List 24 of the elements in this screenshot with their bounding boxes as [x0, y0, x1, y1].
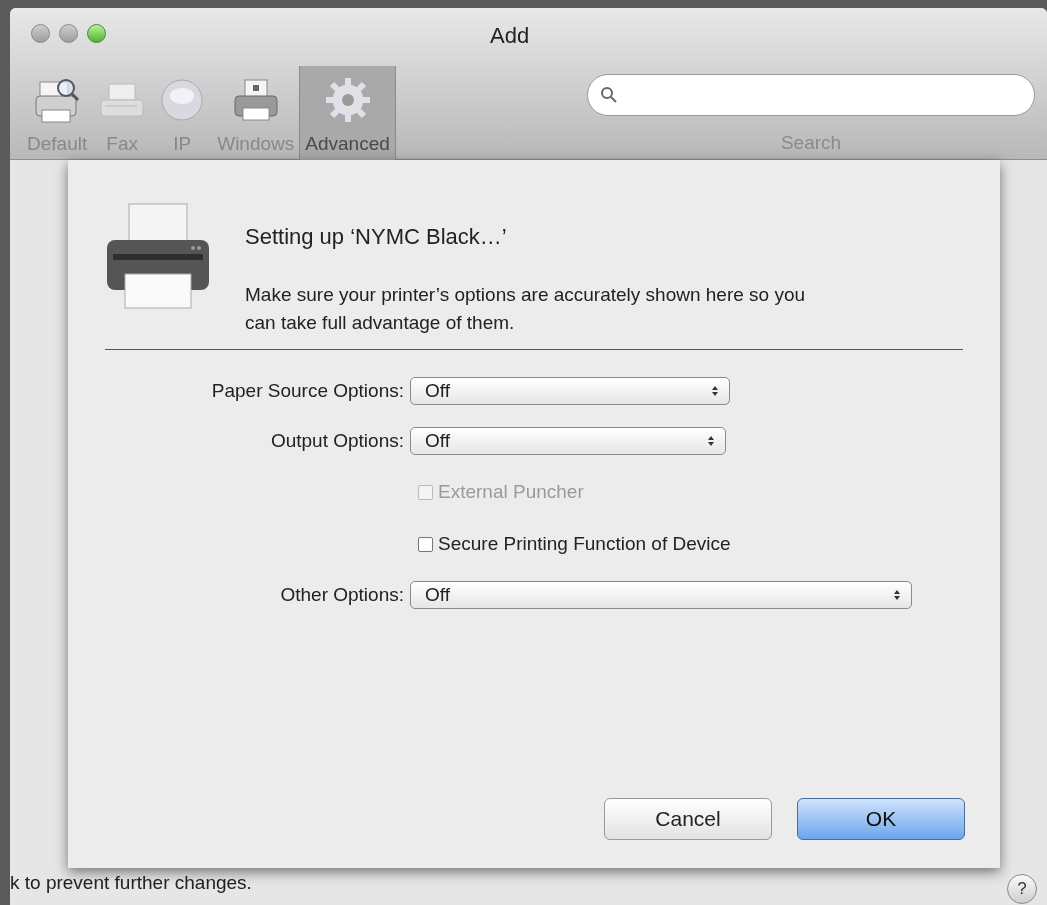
popup-menu[interactable]: Off [410, 427, 726, 455]
dialog-button[interactable]: OK [797, 798, 965, 840]
search-icon [600, 86, 618, 104]
minimize-button[interactable] [59, 24, 78, 43]
updown-arrows-icon [711, 385, 719, 397]
updown-arrows-icon [893, 589, 901, 601]
checkbox[interactable]: Secure Printing Function of Device [418, 529, 731, 559]
sheet-title: Setting up ‘NYMC Black…’ [245, 223, 508, 251]
printer-icon [105, 202, 211, 310]
zoom-button[interactable] [87, 24, 106, 43]
popup-menu[interactable]: Off [410, 581, 912, 609]
option-label: Paper Source Options: [210, 378, 405, 403]
close-button[interactable] [31, 24, 50, 43]
search-field[interactable] [587, 74, 1035, 116]
updown-arrows-icon [707, 435, 715, 447]
toolbar-tab[interactable]: Advanced [299, 66, 396, 160]
sheet-message: Make sure your printer’s options are accurately shown here so you can take full advantage of them. [245, 283, 807, 335]
option-label: Other Options: [279, 582, 405, 607]
status-text: k to prevent further changes. [10, 872, 252, 894]
dialog-button[interactable]: Cancel [604, 798, 772, 840]
help-button[interactable]: ? [1007, 874, 1037, 904]
popup-menu[interactable]: Off [410, 377, 730, 405]
window-title: Add [490, 22, 530, 50]
option-label: Output Options: [269, 428, 405, 453]
